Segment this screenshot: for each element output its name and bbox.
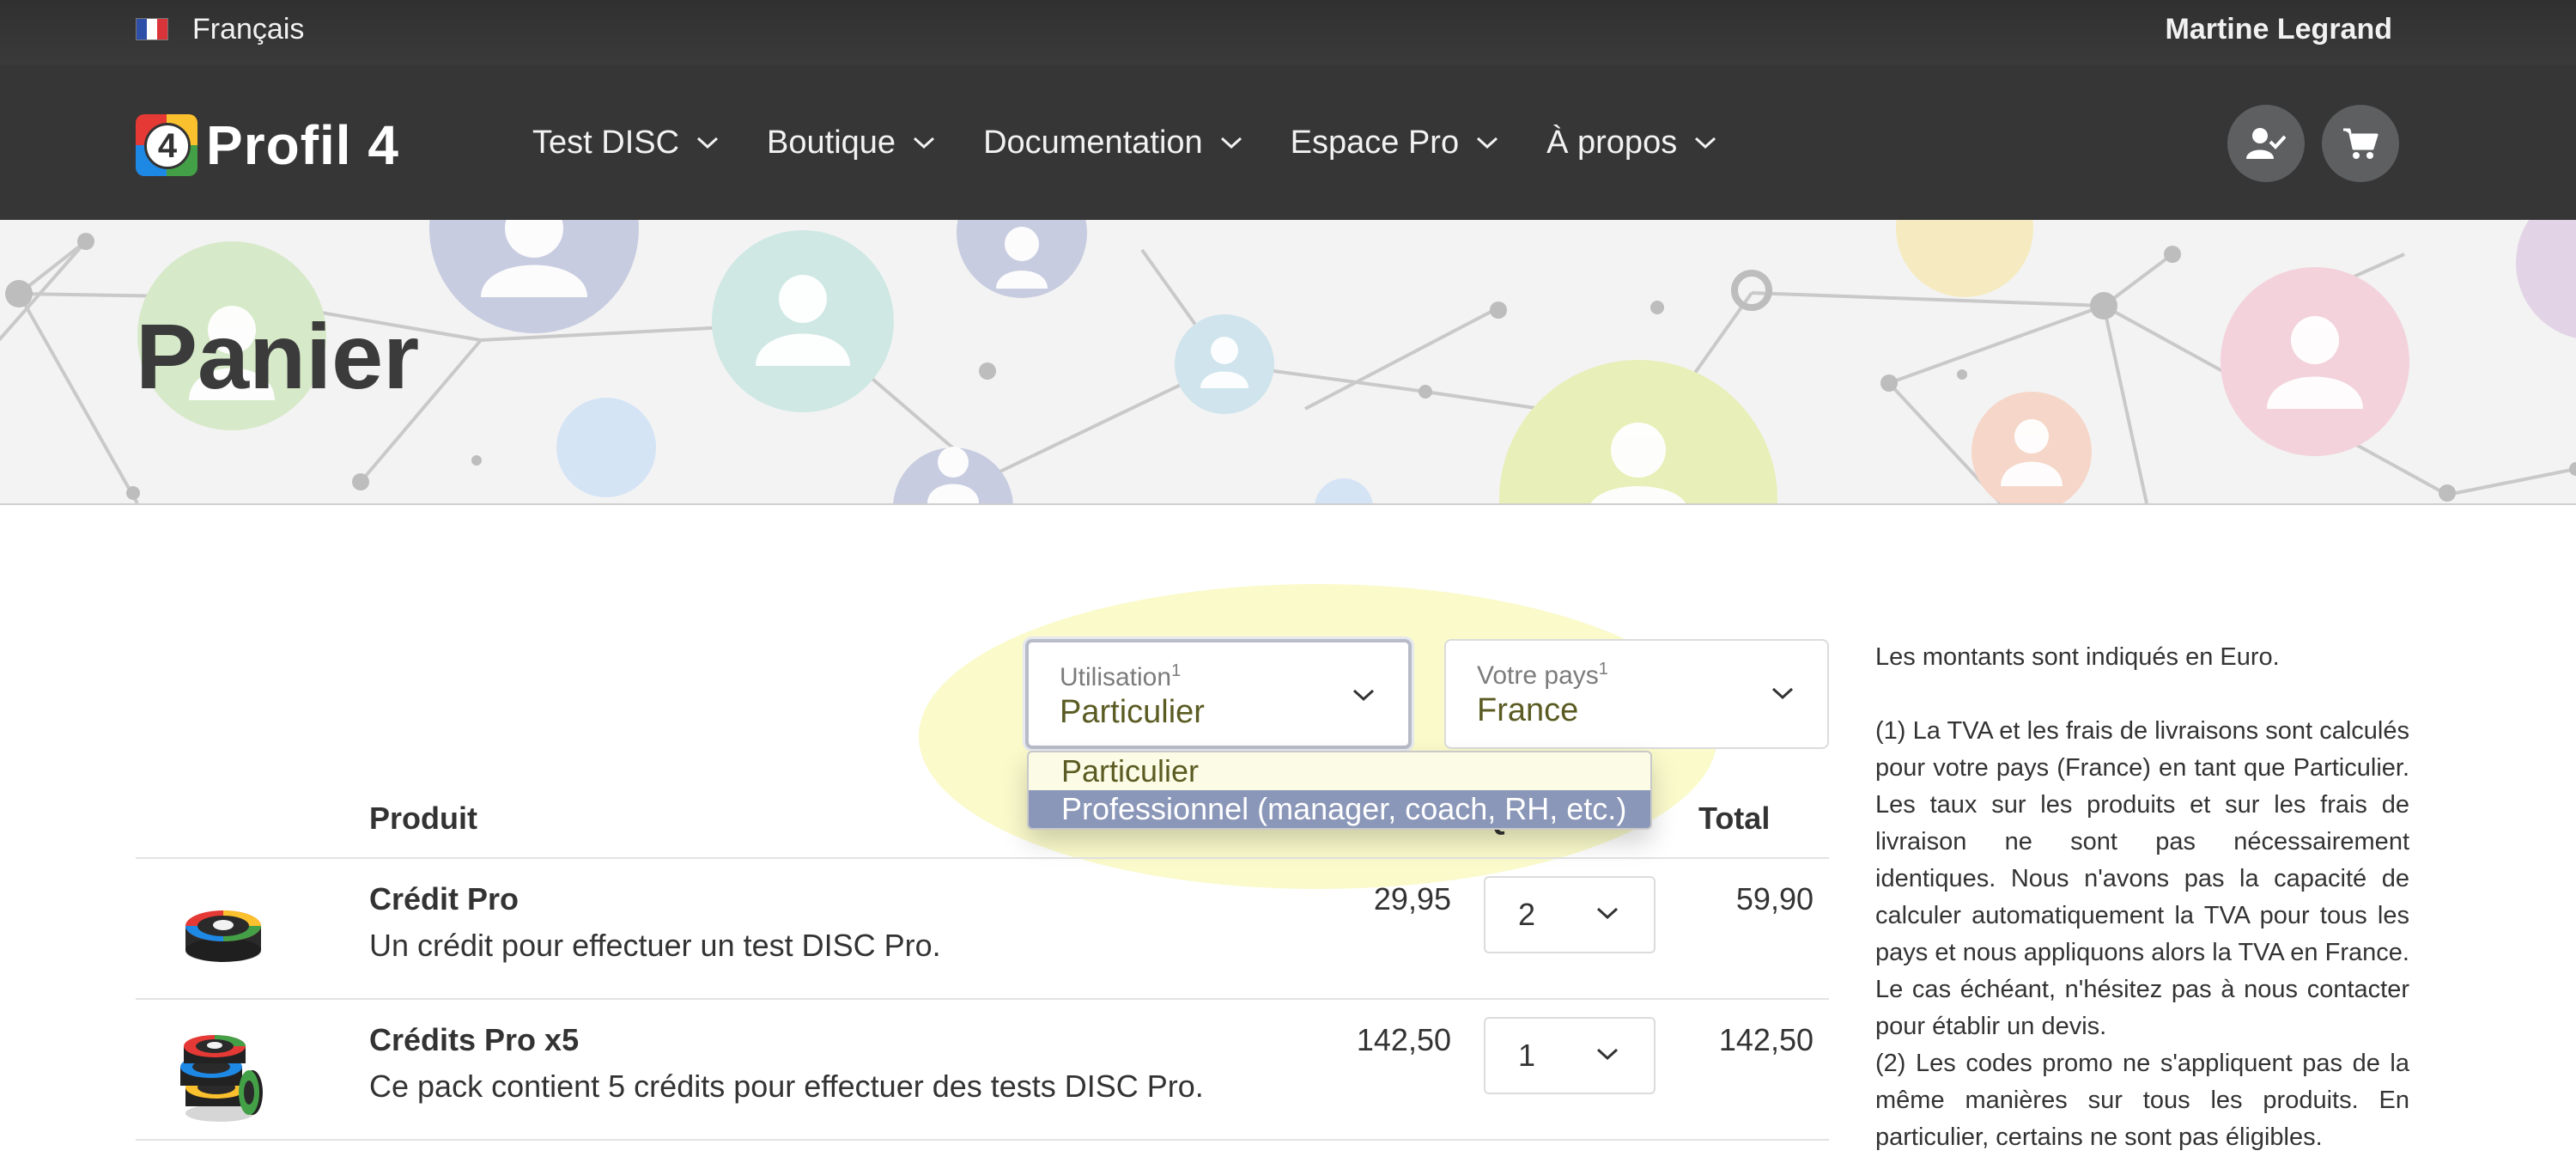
language-label: Français <box>192 12 305 46</box>
user-check-icon <box>2246 128 2286 159</box>
nav-item-label: Test DISC <box>532 124 680 161</box>
country-select[interactable]: Votre pays1 France <box>1444 639 1829 749</box>
usage-options-list: Particulier Professionnel (manager, coac… <box>1027 751 1652 830</box>
chevron-down-icon <box>1695 137 1716 149</box>
credit-token-icon <box>185 910 261 962</box>
product-thumbnail <box>172 1027 275 1135</box>
chevron-down-icon <box>1352 689 1375 702</box>
quantity-select[interactable]: 2 <box>1484 876 1656 953</box>
cart-button[interactable] <box>2322 105 2399 182</box>
product-name[interactable]: Crédit Pro <box>369 881 519 917</box>
chevron-down-icon <box>1220 137 1242 149</box>
nav-item-label: À propos <box>1546 124 1678 161</box>
quantity-select[interactable]: 1 <box>1484 1017 1656 1094</box>
line-total: 59,90 <box>1735 881 1814 916</box>
brand-logo[interactable]: 4 Profil 4 <box>136 113 399 177</box>
usage-value: Particulier <box>1060 694 1205 730</box>
row-divider <box>136 857 1829 859</box>
col-header-total: Total <box>1698 801 1771 836</box>
vat-note: (1) La TVA et les frais de livraisons so… <box>1875 717 2409 1040</box>
main-navbar: 4 Profil 4 Test DISC Boutique Documentat… <box>0 65 2576 222</box>
chevron-down-icon <box>914 137 935 149</box>
nav-item-boutique[interactable]: Boutique <box>767 125 935 161</box>
nav-item-espace-pro[interactable]: Espace Pro <box>1291 125 1498 161</box>
col-header-product: Produit <box>369 801 477 836</box>
nav-item-label: Documentation <box>983 124 1203 161</box>
product-description: Un crédit pour effectuer un test DISC Pr… <box>369 928 941 963</box>
quantity-value: 1 <box>1518 1038 1536 1073</box>
nav-item-label: Boutique <box>767 124 896 161</box>
page-hero: Panier <box>0 220 2576 505</box>
quantity-value: 2 <box>1518 897 1536 932</box>
chevron-down-icon <box>1477 137 1498 149</box>
usage-option-professionnel[interactable]: Professionnel (manager, coach, RH, etc.) <box>1029 790 1650 828</box>
top-bar: Français Martine Legrand <box>0 0 2576 65</box>
unit-price: 142,50 <box>1356 1022 1451 1057</box>
unit-price: 29,95 <box>1373 881 1451 916</box>
account-button[interactable] <box>2227 105 2305 182</box>
chevron-down-icon <box>1771 687 1794 700</box>
language-selector[interactable]: Français <box>136 0 304 58</box>
credits-stack-icon <box>180 1035 263 1122</box>
chevron-down-icon <box>697 137 719 149</box>
page-title: Panier <box>136 304 420 408</box>
country-label: Votre pays1 <box>1477 660 1608 690</box>
product-description: Ce pack contient 5 crédits pour effectue… <box>369 1069 1204 1104</box>
flag-fr-icon <box>136 18 168 40</box>
nav-item-documentation[interactable]: Documentation <box>983 125 1242 161</box>
chevron-down-icon <box>1596 1048 1619 1061</box>
cart-icon <box>2343 128 2379 159</box>
nav-menu: Test DISC Boutique Documentation Espace … <box>532 65 1765 220</box>
logo-mark-icon: 4 <box>136 114 197 176</box>
nav-item-test-disc[interactable]: Test DISC <box>532 125 719 161</box>
nav-item-label: Espace Pro <box>1290 124 1460 161</box>
row-divider <box>136 998 1829 1000</box>
promo-note: (2) Les codes promo ne s'appliquent pas … <box>1875 1050 2409 1151</box>
nav-item-a-propos[interactable]: À propos <box>1546 125 1716 161</box>
country-value: France <box>1477 692 1579 728</box>
row-divider <box>136 1139 1829 1141</box>
usage-option-particulier[interactable]: Particulier <box>1029 752 1650 790</box>
cart-notes: Les montants sont indiqués en Euro. (1) … <box>1875 639 2409 1156</box>
user-name[interactable]: Martine Legrand <box>2166 0 2392 58</box>
product-name[interactable]: Crédits Pro x5 <box>369 1022 579 1058</box>
chevron-down-icon <box>1596 907 1619 920</box>
product-thumbnail <box>172 893 275 975</box>
usage-label: Utilisation1 <box>1060 661 1182 691</box>
usage-select[interactable]: Utilisation1 Particulier <box>1025 639 1412 749</box>
line-total: 142,50 <box>1718 1022 1814 1057</box>
currency-note: Les montants sont indiqués en Euro. <box>1875 643 2280 671</box>
logo-digit: 4 <box>144 123 191 169</box>
brand-name: Profil 4 <box>206 114 399 176</box>
